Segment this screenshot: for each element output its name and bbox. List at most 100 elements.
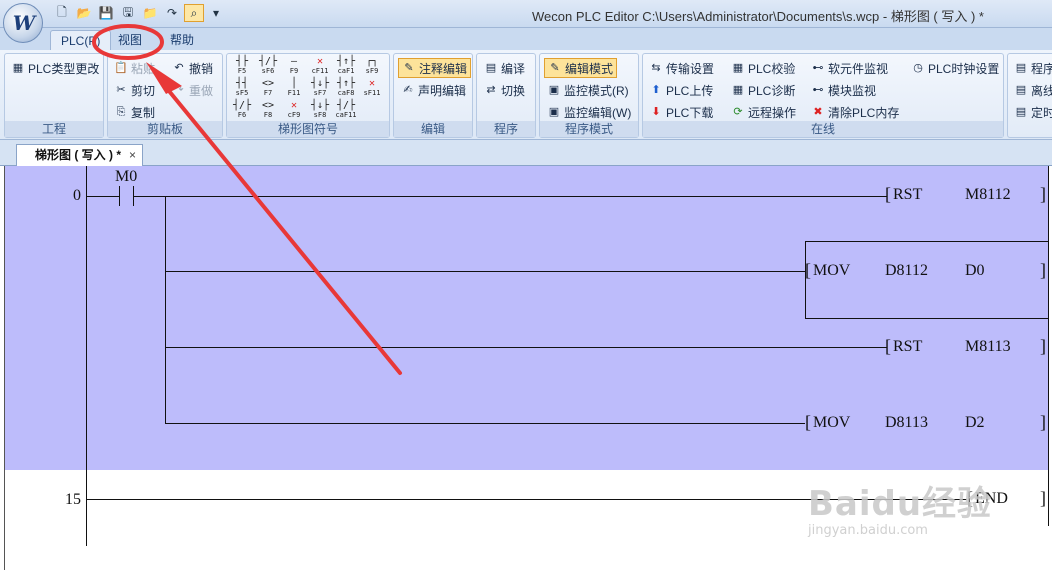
- monitor-edit-button[interactable]: ▣ 监控编辑(W): [547, 102, 632, 122]
- save-icon[interactable]: 💾: [96, 4, 116, 22]
- symbol-key: caF11: [335, 111, 357, 119]
- offline-button[interactable]: ▤ 离线: [1014, 80, 1052, 100]
- ladder-symbol-button[interactable]: <> F8: [257, 100, 279, 120]
- timer-button[interactable]: ▤ 定时: [1014, 102, 1052, 122]
- instruction-name[interactable]: RST: [893, 338, 922, 356]
- remote-operation-button[interactable]: ⟳ 远程操作: [731, 102, 796, 122]
- open-folder-icon[interactable]: 📂: [74, 4, 94, 22]
- tab-help[interactable]: 帮助: [160, 30, 204, 50]
- ladder-symbol-button[interactable]: — F9: [283, 56, 305, 76]
- plc-verify-button[interactable]: ▦ PLC校验: [731, 58, 796, 78]
- edit-mode-button[interactable]: ✎ 编辑模式: [544, 58, 618, 78]
- new-file-icon[interactable]: 🗋: [52, 4, 72, 22]
- ladder-symbol-button[interactable]: ┤↓├ sF7: [309, 78, 331, 98]
- ladder-symbol-button[interactable]: ┤↓├ sF8: [309, 100, 331, 120]
- copy-icon: ⎘: [116, 106, 126, 118]
- timer-icon: ▤: [1015, 106, 1027, 118]
- instruction-name[interactable]: MOV: [813, 262, 850, 280]
- plc-type-change-button[interactable]: ▦ PLC类型更改: [11, 58, 100, 78]
- tab-view[interactable]: 视图: [108, 30, 152, 50]
- instruction-operand[interactable]: D8113: [885, 414, 928, 432]
- remote-icon: ⟳: [733, 106, 743, 118]
- cut-button[interactable]: ✂ 剪切: [114, 80, 155, 100]
- ladder-symbol-button[interactable]: ┤/├ caF11: [335, 100, 357, 120]
- program-button[interactable]: ▤ 程序: [1014, 58, 1052, 78]
- remote-operation-label: 远程操作: [748, 105, 797, 120]
- ladder-symbol-button[interactable]: ┤/├ sF6: [257, 56, 279, 76]
- instruction-name[interactable]: RST: [893, 186, 922, 204]
- ladder-symbol-button[interactable]: ┤├ F5: [231, 56, 253, 76]
- plc-download-button[interactable]: ⬇ PLC下载: [649, 102, 713, 122]
- timer-label: 定时: [1031, 105, 1052, 120]
- ladder-symbol-button[interactable]: ┌┐ sF9: [361, 56, 383, 76]
- plc-clock-setting-button[interactable]: ◷ PLC时钟设置: [911, 58, 999, 78]
- instruction-name[interactable]: MOV: [813, 414, 850, 432]
- tab-plc[interactable]: PLC(P): [50, 30, 112, 50]
- switch-button[interactable]: ⇄ 切换: [484, 80, 525, 100]
- monitor-edit-label: 监控编辑(W): [564, 105, 632, 120]
- redo-icon[interactable]: ↷: [162, 4, 182, 22]
- symbol-key: sF6: [261, 67, 275, 75]
- plc-icon: ▦: [12, 62, 24, 74]
- offline-icon: ▤: [1015, 84, 1027, 96]
- watermark: Baidu经验 jingyan.baidu.com: [808, 476, 992, 538]
- undo-icon: ↶: [174, 62, 184, 74]
- group-program: ▤ 编译 ⇄ 切换 程序: [476, 53, 536, 138]
- ladder-symbol-button[interactable]: <> F7: [257, 78, 279, 98]
- close-icon[interactable]: ×: [129, 145, 136, 166]
- cut-label: 剪切: [131, 83, 156, 98]
- redo-button[interactable]: ↷ 重做: [172, 80, 213, 100]
- symbol-key: cF11: [311, 67, 329, 75]
- ladder-symbol-button[interactable]: ┤↑├ caF8: [335, 78, 357, 98]
- monitor-mode-button[interactable]: ▣ 监控模式(R): [547, 80, 629, 100]
- symbol-key: F5: [237, 67, 247, 75]
- app-menu-button[interactable]: W: [3, 3, 43, 43]
- symbol-key: sF5: [235, 89, 249, 97]
- comment-edit-button[interactable]: ✎ 注释编辑: [398, 58, 472, 78]
- dropdown-icon[interactable]: ▾: [206, 4, 226, 22]
- folder-icon[interactable]: 📁: [140, 4, 160, 22]
- step-number: 15: [65, 491, 81, 508]
- find-icon[interactable]: ⌕: [184, 4, 204, 22]
- document-tab-bar: 梯形图 ( 写入 ) * ×: [0, 140, 1052, 166]
- instruction-operand[interactable]: D2: [965, 414, 985, 432]
- wire: [87, 196, 119, 197]
- compile-button[interactable]: ▤ 编译: [484, 58, 525, 78]
- ladder-symbol-button[interactable]: │ F11: [283, 78, 305, 98]
- clear-plc-memory-button[interactable]: ✖ 清除PLC内存: [811, 102, 899, 122]
- ladder-document-tab[interactable]: 梯形图 ( 写入 ) * ×: [16, 144, 144, 166]
- paste-button[interactable]: 📋 粘贴: [114, 58, 155, 78]
- instruction-bracket: ]: [1040, 260, 1046, 280]
- group-extra: ▤ 程序 ▤ 离线 ▤ 定时: [1007, 53, 1052, 138]
- ladder-symbol-button[interactable]: ✕ cF9: [283, 100, 305, 120]
- ladder-symbol-button[interactable]: ✕ cF11: [309, 56, 331, 76]
- plc-diagnose-button[interactable]: ▦ PLC诊断: [731, 80, 796, 100]
- left-power-rail: [86, 166, 87, 546]
- ladder-symbol-button[interactable]: ┤↑├ caF1: [335, 56, 357, 76]
- wire: [165, 423, 805, 424]
- quick-access-toolbar: 🗋 📂 💾 🖫 📁 ↷ ⌕ ▾: [52, 4, 226, 22]
- undo-button[interactable]: ↶ 撤销: [172, 58, 213, 78]
- redo-icon: ↷: [174, 84, 184, 96]
- title-bar: 🗋 📂 💾 🖫 📁 ↷ ⌕ ▾ Wecon PLC Editor C:\User…: [0, 0, 1052, 28]
- module-monitor-button[interactable]: ⊷ 模块监视: [811, 80, 877, 100]
- instruction-operand[interactable]: D8112: [885, 262, 928, 280]
- soft-element-monitor-button[interactable]: ⊷ 软元件监视: [811, 58, 889, 78]
- ladder-symbol-button[interactable]: ✕ sF11: [361, 78, 383, 98]
- statement-edit-button[interactable]: ✍ 声明编辑: [401, 80, 466, 100]
- copy-label: 复制: [131, 105, 156, 120]
- transfer-settings-button[interactable]: ⇆ 传输设置: [649, 58, 714, 78]
- watermark-brand: Baidu经验: [808, 484, 993, 524]
- save-as-icon[interactable]: 🖫: [118, 4, 138, 22]
- instruction-operand[interactable]: M8112: [965, 186, 1011, 204]
- plc-upload-button[interactable]: ⬆ PLC上传: [649, 80, 713, 100]
- wire: [165, 347, 887, 348]
- comment-icon: ✎: [404, 62, 414, 74]
- instruction-operand[interactable]: D0: [965, 262, 985, 280]
- instruction-operand[interactable]: M8113: [965, 338, 1011, 356]
- ladder-symbol-button[interactable]: ┤┤ sF5: [231, 78, 253, 98]
- ladder-symbol-button[interactable]: ┤/├ F6: [231, 100, 253, 120]
- copy-button[interactable]: ⎘ 复制: [114, 102, 155, 122]
- instruction-bracket: [: [805, 260, 811, 280]
- group-label-edit: 编辑: [394, 121, 472, 137]
